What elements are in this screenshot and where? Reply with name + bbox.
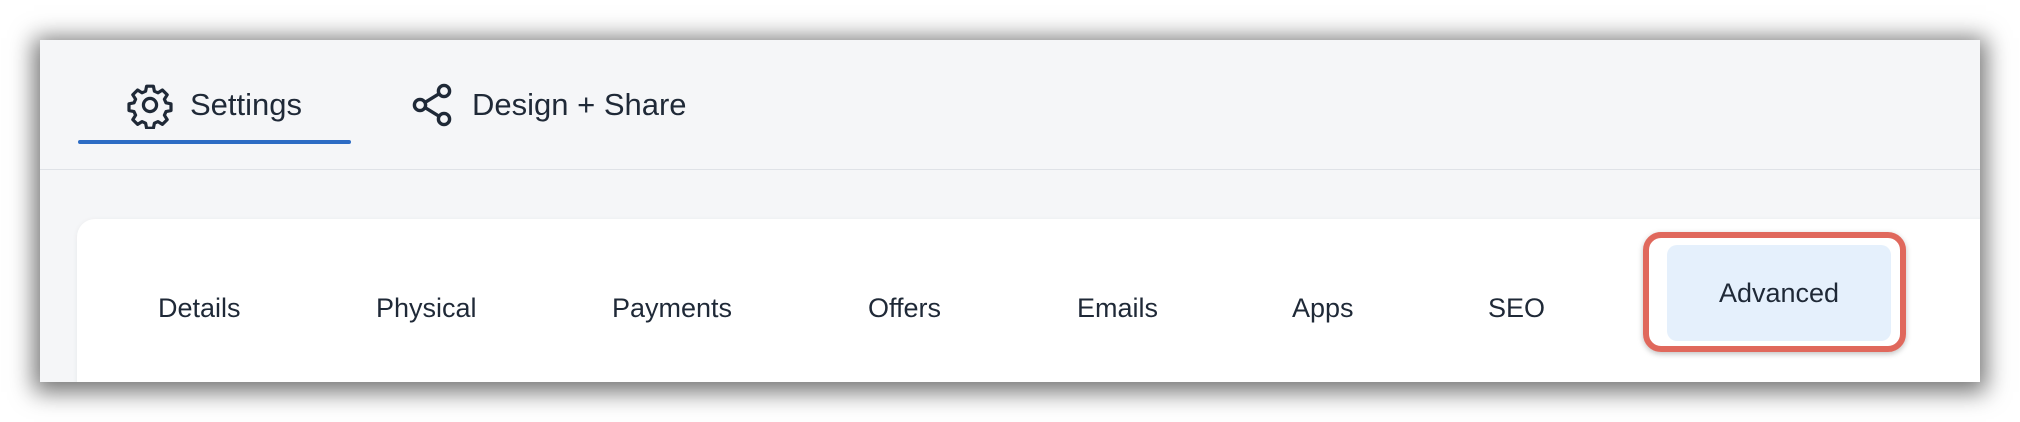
tab-design-share-label: Design + Share [472,87,687,122]
sub-tab-card: Details Physical Payments Offers Emails … [77,219,1980,382]
sub-tab-emails[interactable]: Emails [1077,295,1158,322]
top-tab-bar: Settings Design + Share [40,40,1980,170]
gear-icon [126,81,174,130]
sub-tab-physical[interactable]: Physical [376,295,477,322]
tab-settings[interactable]: Settings [78,40,352,169]
sub-tab-advanced[interactable]: Advanced [1667,245,1891,341]
tab-settings-label: Settings [190,87,303,122]
active-tab-indicator [78,140,352,144]
sub-tab-payments[interactable]: Payments [612,295,732,322]
sub-tab-details[interactable]: Details [158,295,241,322]
sub-tab-advanced-label: Advanced [1718,277,1840,308]
tab-design-share[interactable]: Design + Share [408,40,687,169]
sub-tab-offers[interactable]: Offers [868,295,941,322]
share-icon [408,81,456,129]
sub-tab-seo[interactable]: SEO [1488,295,1545,322]
app-window: Settings Design + Share Details Physical… [40,40,1980,382]
sub-tab-apps[interactable]: Apps [1292,295,1354,322]
